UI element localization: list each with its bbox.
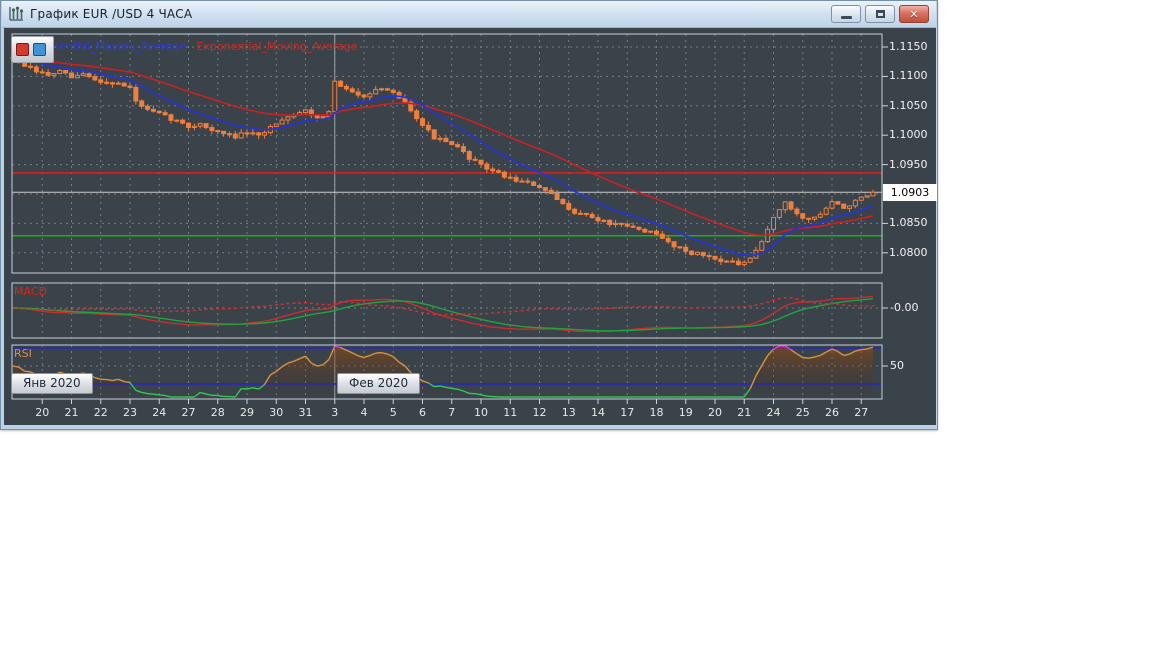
date-label: 19 <box>678 406 693 419</box>
chart-area[interactable]: Exponential_Moving_Average Exponential_M… <box>4 28 937 425</box>
date-label: 21 <box>737 406 752 419</box>
red-indicator-button[interactable] <box>16 43 29 56</box>
month-button-jan2020[interactable]: Янв 2020 <box>11 373 93 394</box>
close-button[interactable]: ✕ <box>899 5 929 23</box>
price-axis-label: 1.1050 <box>889 98 928 112</box>
date-label: 6 <box>419 406 426 419</box>
date-label: 27 <box>854 406 869 419</box>
date-label: 23 <box>123 406 137 419</box>
current-price-label: 1.0903 <box>883 184 937 201</box>
chart-icon <box>9 6 24 21</box>
date-label: 3 <box>331 406 339 419</box>
blue-indicator-button[interactable] <box>33 43 46 56</box>
price-axis-label: 1.1000 <box>889 128 928 142</box>
date-label: 22 <box>93 406 108 419</box>
price-axis-label: 1.1150 <box>889 40 928 53</box>
window-title: График EUR /USD 4 ЧАСА <box>30 7 193 21</box>
price-axis-label: 1.0850 <box>889 216 928 230</box>
price-axis-label: 1.1100 <box>889 69 928 83</box>
date-label: 21 <box>64 406 79 419</box>
date-label: 10 <box>474 406 488 419</box>
indicator-buttons-panel <box>11 36 54 63</box>
date-label: 4 <box>360 406 368 419</box>
rsi-label: RSI <box>14 347 32 360</box>
close-icon: ✕ <box>909 7 919 21</box>
chart-window: График EUR /USD 4 ЧАСА ✕ Exponential_Mov… <box>0 0 938 430</box>
titlebar[interactable]: График EUR /USD 4 ЧАСА ✕ <box>2 1 936 28</box>
date-label: 24 <box>152 406 167 419</box>
restore-button[interactable] <box>865 5 895 23</box>
minimize-button[interactable] <box>831 5 861 23</box>
date-label: 29 <box>240 406 254 419</box>
price-axis-label: 1.0950 <box>889 157 928 171</box>
date-label: 5 <box>389 406 397 419</box>
date-label: 20 <box>35 406 50 419</box>
date-label: 17 <box>620 406 635 419</box>
date-label: 7 <box>448 406 456 419</box>
macd-label: MACD <box>14 285 47 298</box>
ema-slow-legend-label: Exponential_Moving_Average <box>196 40 358 53</box>
price-chart-canvas[interactable] <box>4 28 936 425</box>
date-label: 13 <box>561 406 576 419</box>
date-label: 11 <box>503 406 518 419</box>
date-label: 20 <box>708 406 722 419</box>
minimize-icon <box>840 16 852 19</box>
date-label: 28 <box>210 406 225 419</box>
price-axis-label: 1.0800 <box>889 245 928 259</box>
macd-value-label: -0.00 <box>890 301 919 314</box>
date-label: 14 <box>591 406 605 419</box>
date-label: 18 <box>649 406 664 419</box>
date-label: 27 <box>181 406 196 419</box>
month-button-feb2020[interactable]: Фев 2020 <box>337 373 421 394</box>
date-label: 30 <box>269 406 284 419</box>
restore-icon <box>875 10 885 18</box>
indicator-legend: Exponential_Moving_Average Exponential_M… <box>25 40 357 53</box>
date-label: 12 <box>532 406 547 419</box>
desktop: График EUR /USD 4 ЧАСА ✕ Exponential_Mov… <box>0 0 1152 648</box>
date-label: 31 <box>298 406 313 419</box>
rsi-value-label: 50 <box>890 359 904 372</box>
date-label: 25 <box>795 406 810 419</box>
date-label: 24 <box>766 406 781 419</box>
date-label: 26 <box>825 406 839 419</box>
